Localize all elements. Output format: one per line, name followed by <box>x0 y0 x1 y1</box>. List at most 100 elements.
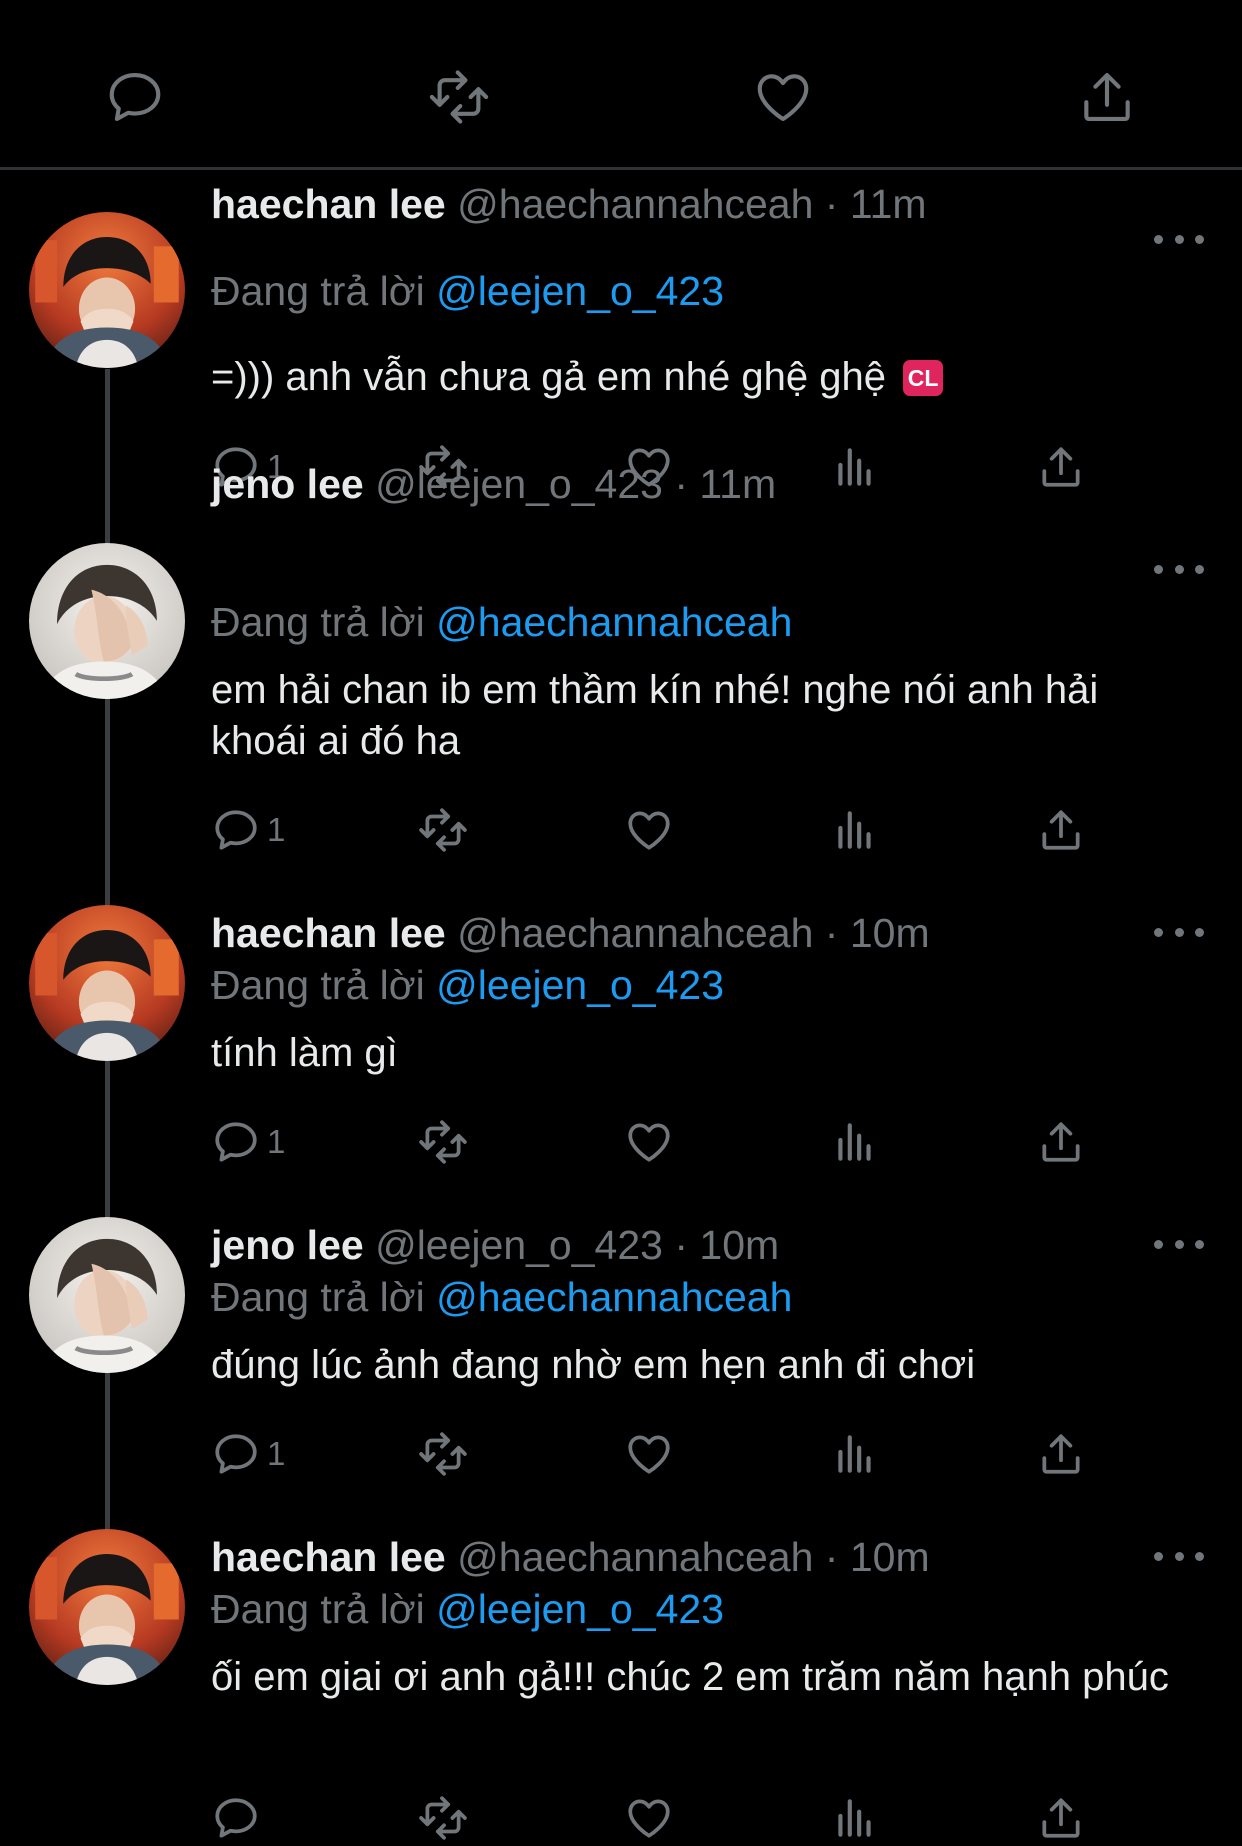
share-button[interactable] <box>1036 1114 1086 1170</box>
reply-context: Đang trả lời @leejen_o_423 <box>211 961 724 1009</box>
tweet-header: haechan lee @haechannahceah · 10m <box>211 909 930 957</box>
separator-dot: · <box>674 1222 689 1268</box>
views-button[interactable] <box>830 802 880 858</box>
retweet-button[interactable] <box>418 1790 468 1846</box>
views-chart-icon <box>838 448 871 486</box>
reply-icon <box>215 1434 257 1474</box>
timestamp[interactable]: 10m <box>850 1534 930 1580</box>
tweet-actions <box>0 1790 1242 1846</box>
more-icon <box>1154 927 1163 937</box>
cl-emoji-icon: CL <box>903 360 944 396</box>
more-options-button[interactable] <box>1154 554 1204 584</box>
reply-mention-link[interactable]: @leejen_o_423 <box>436 268 724 314</box>
reply-mention-link[interactable]: @leejen_o_423 <box>436 1586 724 1632</box>
views-button[interactable] <box>830 1114 880 1170</box>
display-name[interactable]: haechan lee <box>211 910 446 956</box>
timestamp[interactable]: 11m <box>699 461 776 507</box>
reply-icon <box>215 1122 257 1162</box>
reply-button[interactable] <box>100 62 170 132</box>
share-icon <box>1042 810 1080 850</box>
reply-context: Đang trả lời @leejen_o_423 <box>211 1585 724 1633</box>
reply-mention-link[interactable]: @haechannahceah <box>436 1274 792 1320</box>
tweet-text: ối em giai ơi anh gả!!! chúc 2 em trăm n… <box>211 1655 1169 1699</box>
like-icon <box>628 811 670 850</box>
user-handle[interactable]: @haechannahceah <box>457 910 813 956</box>
like-button[interactable] <box>624 1114 674 1170</box>
main-tweet-action-bar <box>0 0 1242 170</box>
avatar[interactable] <box>29 543 185 699</box>
user-handle[interactable]: @leejen_o_423 <box>375 1222 663 1268</box>
tweet-header: jeno lee @leejen_o_423 · 11m <box>211 460 776 508</box>
more-icon-dot <box>1195 1551 1204 1561</box>
tweet-text-content: =))) anh vẫn chưa gả em nhé ghệ ghệ <box>211 355 886 399</box>
reply-count: 1 <box>267 1435 286 1472</box>
display-name[interactable]: haechan lee <box>211 181 446 227</box>
display-name[interactable]: jeno lee <box>211 1222 364 1268</box>
more-options-button[interactable] <box>1154 917 1204 947</box>
reply-icon <box>109 72 161 122</box>
views-button[interactable] <box>830 1790 880 1846</box>
user-handle[interactable]: @haechannahceah <box>457 1534 813 1580</box>
retweet-button[interactable] <box>418 1426 468 1482</box>
avatar[interactable] <box>29 1529 185 1685</box>
share-icon <box>1042 1122 1080 1162</box>
avatar[interactable] <box>29 1217 185 1373</box>
timestamp[interactable]: 11m <box>850 181 927 227</box>
share-button[interactable] <box>1036 1790 1086 1846</box>
reply-context: Đang trả lời @haechannahceah <box>211 1273 792 1321</box>
retweet-button[interactable] <box>418 802 468 858</box>
more-icon-dot <box>1174 1551 1184 1561</box>
haechan-avatar-image <box>29 905 185 1061</box>
share-button[interactable] <box>1072 62 1142 132</box>
avatar[interactable] <box>29 905 185 1061</box>
reply-context: Đang trả lời @haechannahceah <box>211 598 792 646</box>
tweet-actions: 1 <box>0 802 1242 858</box>
tweet-actions: 1 <box>0 1426 1242 1482</box>
timestamp[interactable]: 10m <box>850 910 930 956</box>
retweet-button[interactable] <box>424 62 494 132</box>
reply-mention-link[interactable]: @leejen_o_423 <box>436 962 724 1008</box>
retweet-icon <box>429 70 489 124</box>
views-chart-icon <box>838 1123 871 1161</box>
user-handle[interactable]: @leejen_o_423 <box>375 461 663 507</box>
more-icon <box>1154 234 1163 244</box>
share-icon <box>1084 72 1130 122</box>
timestamp[interactable]: 10m <box>699 1222 779 1268</box>
more-icon-dot <box>1174 1239 1184 1249</box>
more-icon <box>1154 564 1163 574</box>
more-options-button[interactable] <box>1154 1229 1204 1259</box>
like-button[interactable] <box>624 1426 674 1482</box>
share-icon <box>1042 1434 1080 1474</box>
like-icon <box>628 1799 670 1838</box>
display-name[interactable]: jeno lee <box>211 461 364 507</box>
jeno-avatar-image <box>29 543 185 699</box>
views-button[interactable] <box>830 1426 880 1482</box>
retweet-button[interactable] <box>418 1114 468 1170</box>
like-button[interactable] <box>624 802 674 858</box>
more-icon-dot <box>1195 564 1204 574</box>
like-button[interactable] <box>748 62 818 132</box>
reply-mention-link[interactable]: @haechannahceah <box>436 599 792 645</box>
views-button[interactable] <box>830 439 880 495</box>
display-name[interactable]: haechan lee <box>211 1534 446 1580</box>
user-handle[interactable]: @haechannahceah <box>457 181 813 227</box>
reply-button[interactable]: 1 <box>211 802 285 858</box>
more-icon-dot <box>1174 927 1184 937</box>
tweet-actions: 1 <box>0 1114 1242 1170</box>
reply-icon <box>215 1798 257 1838</box>
tweet-text: em hải chan ib em thầm kín nhé! nghe nói… <box>211 668 1099 763</box>
reply-button[interactable]: 1 <box>211 1114 285 1170</box>
reply-button[interactable] <box>211 1790 261 1846</box>
more-icon-dot <box>1195 234 1204 244</box>
more-options-button[interactable] <box>1154 224 1204 254</box>
like-icon <box>757 74 809 122</box>
reply-label: Đang trả lời <box>211 599 425 645</box>
jeno-avatar-image <box>29 1217 185 1373</box>
reply-button[interactable]: 1 <box>211 1426 285 1482</box>
share-button[interactable] <box>1036 802 1086 858</box>
like-button[interactable] <box>624 1790 674 1846</box>
avatar[interactable] <box>29 212 185 368</box>
share-button[interactable] <box>1036 439 1086 495</box>
share-button[interactable] <box>1036 1426 1086 1482</box>
more-options-button[interactable] <box>1154 1541 1204 1571</box>
